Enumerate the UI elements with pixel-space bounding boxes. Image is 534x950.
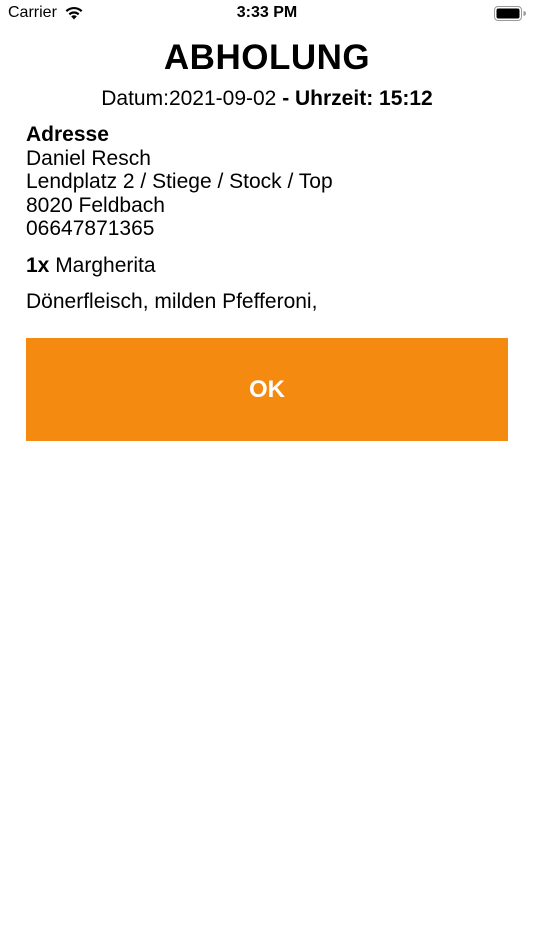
phone-number: 06647871365 (26, 217, 155, 240)
address-block: Adresse Daniel Resch Lendplatz 2 / Stieg… (26, 123, 333, 241)
order-item: Margherita (49, 254, 156, 277)
order-extras: Dönerfleisch, milden Pfefferoni, (26, 290, 318, 313)
date-value: 2021-09-02 (168, 87, 277, 110)
customer-name: Daniel Resch (26, 146, 151, 170)
battery-icon (494, 6, 526, 21)
time-value: 15:12 (379, 87, 433, 110)
order-quantity: 1x (26, 254, 50, 277)
ok-button[interactable]: OK (26, 338, 508, 441)
city-address: 8020 Feldbach (26, 193, 165, 217)
status-time: 3:33 PM (236, 4, 298, 21)
page-title: ABHOLUNG (163, 38, 371, 77)
street-address: Lendplatz 2 / Stiege / Stock / Top (26, 170, 333, 193)
order-line: 1x Margherita (26, 254, 156, 278)
status-bar: Carrier 3:33 PM (0, 0, 534, 28)
time-label: - Uhrzeit: (276, 87, 380, 110)
date-label: Datum: (101, 87, 169, 110)
pickup-datetime: Datum:2021-09-02 - Uhrzeit: 15:12 (0, 87, 534, 111)
address-heading: Adresse (26, 123, 109, 146)
